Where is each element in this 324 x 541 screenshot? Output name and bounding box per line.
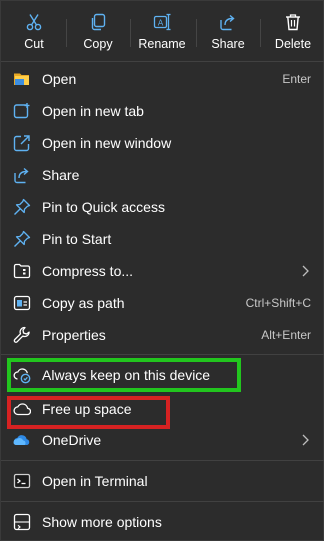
menu-item-open-new-window[interactable]: Open in new window [1, 127, 324, 159]
menu-item-label: Pin to Quick access [42, 199, 165, 215]
context-menu: Cut Copy A Rename Share Delete Open Ente… [0, 0, 324, 541]
copy-label: Copy [83, 37, 113, 51]
menu-item-pin-start[interactable]: Pin to Start [1, 223, 324, 255]
menu-item-compress[interactable]: Compress to... [1, 255, 324, 287]
folder-open-icon [14, 73, 29, 85]
menu-item-label: OneDrive [42, 432, 102, 448]
delete-label: Delete [274, 37, 312, 51]
new-tab-icon [13, 103, 30, 119]
menu-divider [1, 460, 324, 461]
toolbar-divider [130, 19, 131, 47]
copy-button[interactable]: Copy [68, 7, 128, 55]
action-bar: Cut Copy A Rename Share Delete [1, 1, 324, 61]
toolbar-divider [260, 19, 261, 47]
highlight-box-green [7, 358, 241, 392]
copy-path-icon [13, 295, 31, 311]
menu-item-label: Open [42, 71, 77, 87]
cut-label: Cut [24, 37, 44, 51]
menu-item-label: Open in new tab [42, 103, 144, 119]
menu-item-label: Show more options [42, 514, 162, 530]
terminal-icon [13, 473, 31, 489]
menu-item-show-more-options[interactable]: Show more options [1, 506, 324, 538]
menu-item-label: Open in new window [42, 135, 172, 151]
trash-icon [286, 14, 300, 31]
share-toolbar-button[interactable]: Share [198, 7, 258, 55]
menu-item-open-new-tab[interactable]: Open in new tab [1, 95, 324, 127]
more-options-icon [13, 513, 31, 531]
highlight-box-red [7, 396, 170, 429]
menu-item-label: Share [42, 167, 80, 183]
menu-item-label: Open in Terminal [42, 473, 148, 489]
menu-item-label: Compress to... [42, 263, 134, 279]
chevron-right-icon [302, 265, 309, 277]
menu-item-label: Properties [42, 327, 106, 343]
menu-item-label: Copy as path [42, 295, 125, 311]
menu-item-open-terminal[interactable]: Open in Terminal [1, 465, 324, 497]
share-icon [14, 167, 29, 184]
rename-label: Rename [138, 37, 186, 51]
menu-item-open[interactable]: Open Enter [1, 63, 324, 95]
cut-button[interactable]: Cut [4, 7, 64, 55]
menu-divider [1, 501, 324, 502]
share-toolbar-label: Share [211, 37, 245, 51]
share-icon [220, 14, 235, 31]
chevron-right-icon [302, 434, 309, 446]
rename-icon: A [153, 13, 171, 31]
zip-folder-icon [13, 263, 31, 279]
menu-item-pin-quick-access[interactable]: Pin to Quick access [1, 191, 324, 223]
menu-item-properties[interactable]: Properties Alt+Enter [1, 319, 324, 351]
shortcut-text: Enter [282, 72, 311, 86]
menu-item-share[interactable]: Share [1, 159, 324, 191]
shortcut-text: Alt+Enter [261, 328, 311, 342]
new-window-icon [13, 135, 30, 152]
scissors-icon [26, 14, 42, 31]
shortcut-text: Ctrl+Shift+C [245, 296, 311, 310]
rename-button[interactable]: A Rename [132, 7, 192, 55]
menu-item-copy-path[interactable]: Copy as path Ctrl+Shift+C [1, 287, 324, 319]
menu-item-label: Pin to Start [42, 231, 112, 247]
pin-icon [14, 230, 31, 247]
delete-button[interactable]: Delete [263, 7, 323, 55]
wrench-icon [13, 326, 30, 343]
menu-divider [1, 61, 324, 62]
onedrive-cloud-icon [13, 435, 30, 446]
toolbar-divider [66, 19, 67, 47]
toolbar-divider [196, 19, 197, 47]
svg-text:A: A [158, 19, 164, 28]
pin-icon [14, 198, 31, 215]
menu-divider [1, 354, 324, 355]
copy-icon [91, 13, 106, 31]
